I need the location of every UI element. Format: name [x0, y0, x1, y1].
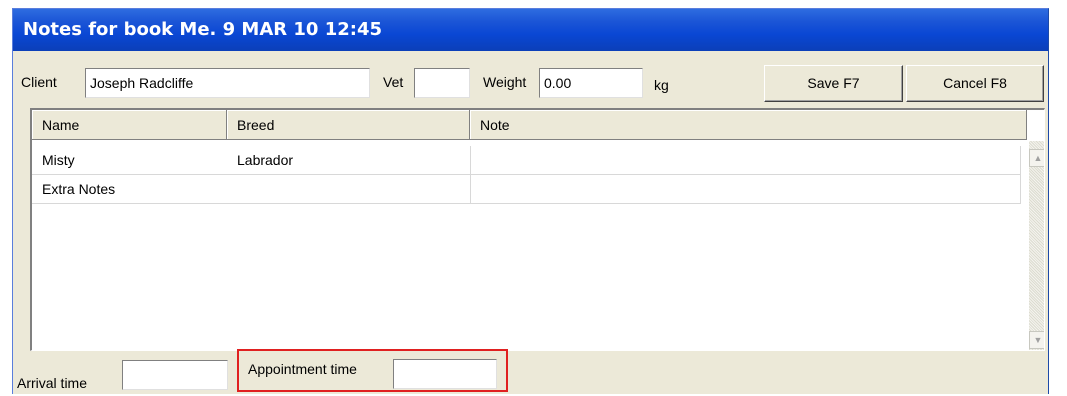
table-row-breed[interactable]: Labrador [227, 146, 470, 175]
arrival-time-field[interactable] [122, 360, 228, 390]
cancel-button[interactable]: Cancel F8 [906, 65, 1044, 102]
save-button[interactable]: Save F7 [764, 65, 903, 102]
window-title: Notes for book Me. 9 MAR 10 12:45 [13, 9, 1048, 51]
scroll-up-arrow-icon[interactable]: ▲ [1029, 149, 1044, 167]
highlight-box [237, 349, 508, 392]
vertical-scrollbar[interactable]: ▲ ▼ [1029, 141, 1044, 350]
vet-field[interactable] [414, 68, 470, 98]
client-label: Client [21, 74, 57, 90]
weight-unit: kg [654, 77, 669, 93]
table-row-note[interactable] [470, 175, 1021, 204]
vet-label: Vet [383, 74, 404, 90]
table-row-breed[interactable] [227, 175, 470, 204]
column-header-note[interactable]: Note [470, 110, 1027, 140]
pets-grid: Name Breed Note Misty Labrador Extra Not… [30, 108, 1045, 351]
scroll-down-arrow-icon[interactable]: ▼ [1029, 331, 1044, 349]
column-header-name[interactable]: Name [32, 110, 227, 140]
column-header-breed[interactable]: Breed [227, 110, 470, 140]
arrival-time-label: Arrival time [17, 375, 88, 391]
table-row-name[interactable]: Extra Notes [32, 175, 227, 204]
weight-field[interactable]: 0.00 [539, 68, 643, 98]
header-filler [1027, 110, 1044, 140]
client-field[interactable]: Joseph Radcliffe [85, 68, 370, 98]
weight-label: Weight [483, 74, 527, 90]
notes-window: Notes for book Me. 9 MAR 10 12:45 Client… [12, 8, 1049, 394]
table-row-note[interactable] [470, 146, 1021, 175]
table-row-name[interactable]: Misty [32, 146, 227, 175]
